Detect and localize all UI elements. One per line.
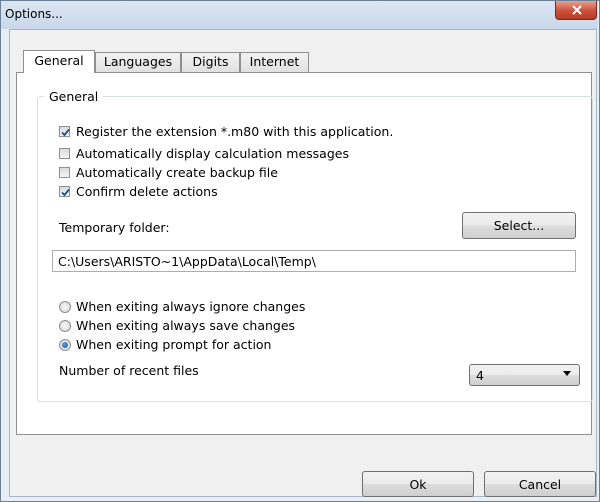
tab-general[interactable]: General	[23, 50, 95, 73]
radio-button[interactable]	[59, 301, 71, 313]
tab-label: General	[34, 53, 84, 68]
general-groupbox	[37, 96, 593, 402]
radio-selected-dot	[62, 342, 68, 348]
temp-folder-input[interactable]	[52, 250, 576, 272]
checkbox-label: Register the extension *.m80 with this a…	[76, 124, 394, 139]
checkmark-icon	[61, 128, 70, 137]
close-button[interactable]	[555, 1, 597, 20]
checkbox-box[interactable]	[59, 186, 70, 197]
select-folder-button[interactable]: Select...	[462, 212, 576, 239]
ok-button[interactable]: Ok	[362, 471, 474, 497]
tab-digits[interactable]: Digits	[181, 52, 240, 72]
radio-button[interactable]	[59, 339, 71, 351]
radio-label: When exiting prompt for action	[76, 337, 272, 352]
temp-folder-label: Temporary folder:	[59, 220, 170, 235]
checkbox-label: Confirm delete actions	[76, 184, 218, 199]
tab-languages[interactable]: Languages	[95, 52, 181, 72]
groupbox-title: General	[44, 89, 104, 104]
radio-label: When exiting always ignore changes	[76, 299, 306, 314]
checkbox-box[interactable]	[59, 126, 70, 137]
checkbox-box[interactable]	[59, 148, 70, 159]
window-title: Options...	[5, 7, 63, 21]
checkbox-label: Automatically create backup file	[76, 165, 278, 180]
recent-files-label: Number of recent files	[59, 363, 199, 378]
recent-files-value: 4	[476, 368, 484, 383]
chevron-down-icon	[563, 371, 571, 376]
cancel-button[interactable]: Cancel	[484, 471, 596, 497]
close-icon	[572, 5, 582, 15]
tab-label: Internet	[249, 54, 300, 69]
checkbox-box[interactable]	[59, 167, 70, 178]
recent-files-dropdown[interactable]: 4	[469, 364, 580, 386]
checkbox-label: Automatically display calculation messag…	[76, 146, 349, 161]
radio-button[interactable]	[59, 320, 71, 332]
tab-internet[interactable]: Internet	[240, 52, 309, 72]
tab-label: Languages	[103, 54, 173, 69]
radio-label: When exiting always save changes	[76, 318, 296, 333]
title-bar[interactable]: Options...	[1, 1, 598, 29]
tab-label: Digits	[192, 54, 229, 69]
checkmark-icon	[61, 188, 70, 197]
